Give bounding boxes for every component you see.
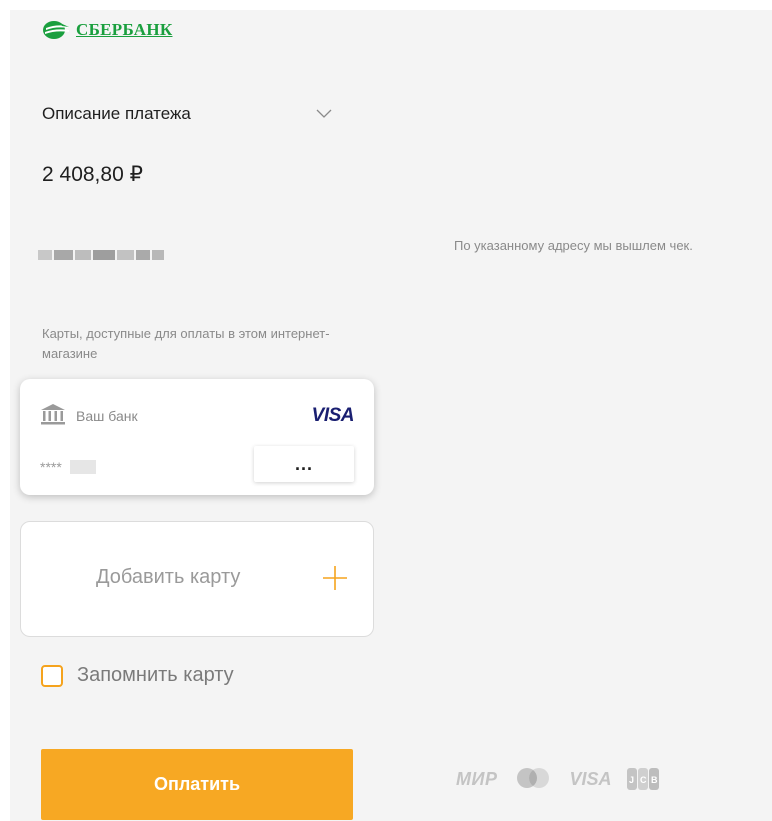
bank-icon [41,404,65,425]
card-number-redacted [69,460,96,474]
mastercard-logo [517,768,550,788]
receipt-note: По указанному адресу мы вышлем чек. [454,238,693,253]
mir-logo: МИР [456,768,498,789]
remember-card-option[interactable]: Запомнить карту [41,664,234,687]
card-number-mask: **** [40,459,62,475]
svg-text:C: C [640,775,647,785]
svg-text:B: B [651,775,658,785]
payment-description-toggle[interactable]: Описание платежа [42,104,332,124]
plus-icon [323,566,347,590]
payment-page: СБЕРБАНК Описание платежа 2 408,80 ₽ По … [10,10,772,821]
card-number: **** [40,459,96,475]
visa-logo: VISA [311,405,355,426]
payment-description-label: Описание платежа [42,104,191,123]
add-card-label: Добавить карту [96,566,241,588]
svg-text:J: J [629,775,634,785]
pay-button[interactable]: Оплатить [41,749,353,820]
chevron-down-icon [316,109,332,118]
sberbank-logo-icon [43,21,69,39]
payment-systems-logos: МИР VISA J C B [456,765,661,793]
remember-card-label: Запомнить карту [77,664,234,686]
payment-amount: 2 408,80 ₽ [42,163,143,186]
sberbank-logo[interactable]: СБЕРБАНК [42,20,172,40]
visa-logo-gray: VISA [569,768,612,789]
email-redacted [38,248,165,262]
card-more-button[interactable]: ... [254,446,354,482]
add-card-button[interactable]: Добавить карту [20,521,374,637]
available-cards-note: Карты, доступные для оплаты в этом интер… [42,326,330,361]
saved-card[interactable]: Ваш банк VISA **** ... [20,379,374,495]
card-bank-label: Ваш банк [76,408,138,424]
brand-name: СБЕРБАНК [76,20,173,39]
jcb-logo: J C B [627,768,660,790]
remember-card-checkbox[interactable] [41,664,63,687]
